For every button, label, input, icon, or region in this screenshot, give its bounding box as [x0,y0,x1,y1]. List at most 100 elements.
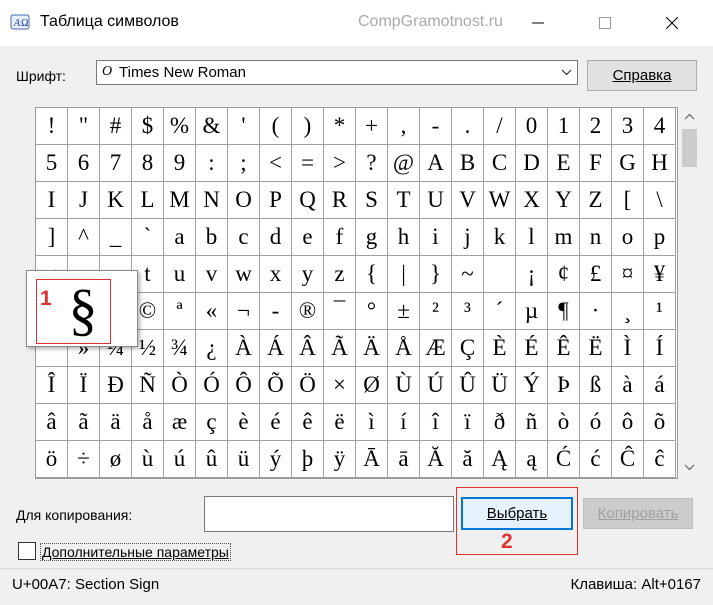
char-cell[interactable]: é [260,404,292,441]
scroll-thumb[interactable] [682,129,697,167]
scroll-up-button[interactable] [680,107,699,127]
char-cell[interactable]: 4 [644,108,676,145]
minimize-button[interactable] [515,0,561,46]
char-cell[interactable]: ÿ [324,441,356,478]
char-cell[interactable]: v [196,256,228,293]
char-cell[interactable]: ' [228,108,260,145]
char-cell[interactable]: 6 [68,145,100,182]
char-cell[interactable]: K [100,182,132,219]
char-cell[interactable]: h [388,219,420,256]
char-cell[interactable]: ë [324,404,356,441]
char-cell[interactable]: 7 [100,145,132,182]
char-cell[interactable]: Å [388,330,420,367]
char-cell[interactable]: + [356,108,388,145]
char-cell[interactable]: . [452,108,484,145]
char-cell[interactable]: ² [420,293,452,330]
char-cell[interactable]: m [548,219,580,256]
char-cell[interactable]: d [260,219,292,256]
char-cell[interactable]: Ø [356,367,388,404]
char-cell[interactable]: 0 [516,108,548,145]
char-cell[interactable]: O [228,182,260,219]
char-cell[interactable]: Ö [292,367,324,404]
char-cell[interactable]: ª [164,293,196,330]
char-cell[interactable]: ć [580,441,612,478]
char-cell[interactable]: N [196,182,228,219]
char-cell[interactable]: ¯ [324,293,356,330]
char-cell[interactable]: ` [132,219,164,256]
char-cell[interactable]: Î [36,367,68,404]
char-cell[interactable]: $ [132,108,164,145]
char-cell[interactable]: ~ [452,256,484,293]
char-cell[interactable]: L [132,182,164,219]
char-cell[interactable]: D [516,145,548,182]
char-cell[interactable]: È [484,330,516,367]
char-cell[interactable]: V [452,182,484,219]
char-cell[interactable]: Ò [164,367,196,404]
char-cell[interactable]: ñ [516,404,548,441]
char-cell[interactable]: Ă [420,441,452,478]
char-cell[interactable]: ¬ [228,293,260,330]
char-cell[interactable]: - [260,293,292,330]
char-cell[interactable]: Ô [228,367,260,404]
char-cell[interactable]: A [420,145,452,182]
char-cell[interactable]: ü [228,441,260,478]
char-cell[interactable]: ò [548,404,580,441]
char-cell[interactable]: Ĉ [612,441,644,478]
char-cell[interactable]: ó [580,404,612,441]
char-cell[interactable]: Ç [452,330,484,367]
char-cell[interactable]: ± [388,293,420,330]
char-cell[interactable]: ¡ [516,256,548,293]
char-cell[interactable]: Â [292,330,324,367]
char-cell[interactable]: U [420,182,452,219]
char-cell[interactable]: 1 [548,108,580,145]
char-cell[interactable]: ] [36,219,68,256]
char-cell[interactable]: , [388,108,420,145]
char-cell[interactable]: ý [260,441,292,478]
char-cell[interactable]: Ñ [132,367,164,404]
char-cell[interactable]: < [260,145,292,182]
char-cell[interactable]: Á [260,330,292,367]
char-cell[interactable]: T [388,182,420,219]
char-cell[interactable]: ( [260,108,292,145]
select-button[interactable]: Выбрать [461,497,573,530]
char-cell[interactable]: { [356,256,388,293]
char-cell[interactable]: ô [612,404,644,441]
copy-button[interactable]: Копировать [583,498,693,529]
char-cell[interactable]: k [484,219,516,256]
char-cell[interactable]: ù [132,441,164,478]
char-cell[interactable]: Õ [260,367,292,404]
char-cell[interactable]: À [228,330,260,367]
char-cell[interactable]: w [228,256,260,293]
char-cell[interactable]: 2 [580,108,612,145]
char-cell[interactable]: á [644,367,676,404]
char-cell[interactable]: ³ [452,293,484,330]
char-cell[interactable]: ê [292,404,324,441]
char-cell[interactable]: p [644,219,676,256]
char-cell[interactable]: ï [452,404,484,441]
char-cell[interactable]: G [612,145,644,182]
char-cell[interactable]: 9 [164,145,196,182]
char-cell[interactable]: = [292,145,324,182]
char-cell[interactable]: # [100,108,132,145]
font-dropdown[interactable]: O Times New Roman [96,60,578,85]
char-cell[interactable] [484,256,516,293]
char-cell[interactable]: ) [292,108,324,145]
char-cell[interactable]: ÷ [68,441,100,478]
char-cell[interactable]: > [324,145,356,182]
advanced-view-label[interactable]: Дополнительные параметры [40,543,231,561]
copy-input[interactable] [204,496,454,532]
char-cell[interactable]: û [196,441,228,478]
char-cell[interactable]: Ā [356,441,388,478]
char-cell[interactable]: Ú [420,367,452,404]
advanced-view-checkbox[interactable] [18,542,36,560]
char-cell[interactable]: Ä [356,330,388,367]
char-cell[interactable]: Þ [548,367,580,404]
char-cell[interactable]: c [228,219,260,256]
char-cell[interactable]: ø [100,441,132,478]
char-cell[interactable]: M [164,182,196,219]
char-cell[interactable]: ĉ [644,441,676,478]
char-cell[interactable]: ą [516,441,548,478]
char-cell[interactable]: í [388,404,420,441]
char-cell[interactable]: g [356,219,388,256]
char-cell[interactable]: £ [580,256,612,293]
